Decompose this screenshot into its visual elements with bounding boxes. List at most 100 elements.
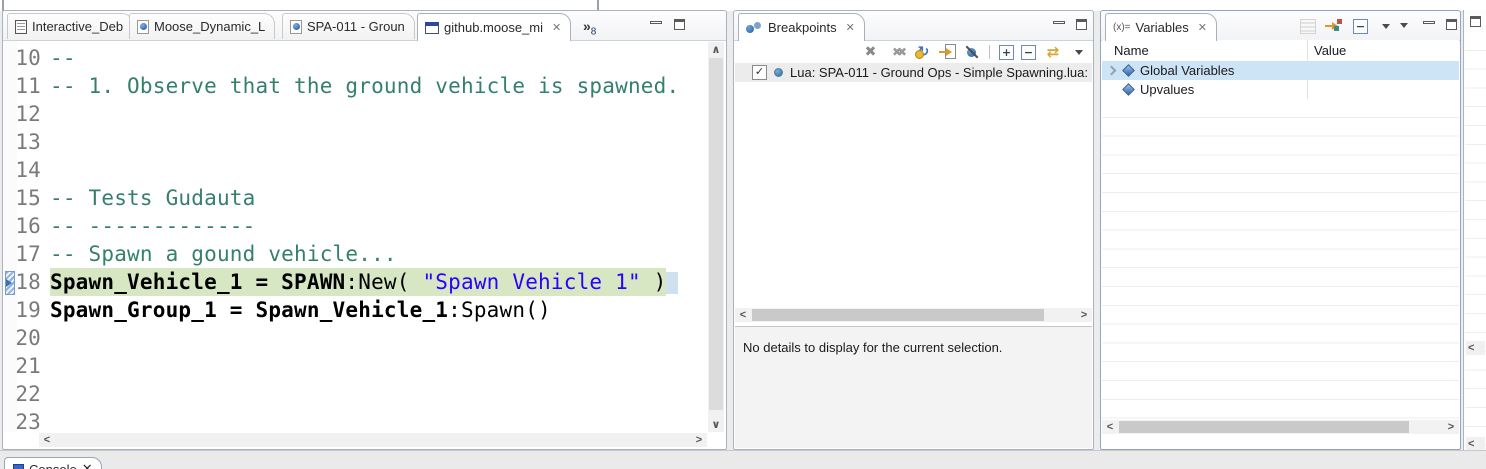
go-to-file-for-breakpoint-button[interactable] [939,44,956,60]
line-number[interactable]: 12 [4,100,50,128]
line-number[interactable]: 19 [4,296,50,324]
line-number[interactable]: 11 [4,72,50,100]
variables-tree[interactable]: Global VariablesUpvalues [1102,61,1459,99]
code-line-12[interactable]: 12 [4,100,707,128]
line-number[interactable]: 20 [4,324,50,352]
maximize-button[interactable] [672,19,687,32]
variable-row-global-variables[interactable]: Global Variables [1102,61,1459,80]
code-line-18[interactable]: 18Spawn_Vehicle_1 = SPAWN:New( "Spawn Ve… [4,268,707,296]
show-logical-structure-button[interactable] [1325,18,1344,34]
editor-tab-interactive_deb[interactable]: Interactive_Deb [7,13,133,39]
code-text [50,324,707,352]
skip-all-breakpoints-button[interactable] [963,44,980,60]
code-editor[interactable]: 10--11-- 1. Observe that the ground vehi… [4,42,707,432]
code-text [50,100,707,128]
close-icon[interactable]: ✕ [552,21,561,34]
line-number[interactable]: 23 [4,408,50,432]
remove-all-breakpoints-button[interactable]: ✖✖ [886,44,908,60]
tab-label: github.moose_mi [444,20,543,35]
line-number[interactable]: 16 [4,212,50,240]
expand-chevron-icon[interactable] [1107,66,1117,76]
line-number[interactable]: 17 [4,240,50,268]
code-line-19[interactable]: 19Spawn_Group_1 = Spawn_Vehicle_1:Spawn(… [4,296,707,324]
code-line-21[interactable]: 21 [4,352,707,380]
variables-horizontal-scrollbar[interactable]: < > [1102,420,1459,434]
scrollbar-thumb[interactable] [752,309,1044,321]
breakpoints-horizontal-scrollbar[interactable]: < > [735,308,1092,322]
code-line-22[interactable]: 22 [4,380,707,408]
code-text: -- Tests Gudauta [50,184,707,212]
scrollbar-thumb[interactable] [1119,421,1409,433]
code-line-20[interactable]: 20 [4,324,707,352]
scrollbar-thumb[interactable] [709,58,723,410]
close-icon[interactable]: ✕ [82,461,93,469]
collapse-all-button[interactable]: − [1021,45,1036,60]
tab-overflow-button[interactable]: »8 [583,18,596,38]
close-icon[interactable]: ✕ [1198,21,1207,34]
minimize-button[interactable] [1051,19,1066,32]
instruction-pointer-tail [666,272,678,294]
tab-variables[interactable]: (x)= Variables ✕ [1105,13,1217,41]
column-header-name[interactable]: Name [1114,43,1149,58]
scroll-left-icon[interactable]: < [1104,420,1116,434]
scroll-left-icon[interactable]: < [1468,342,1474,354]
tab-breakpoints[interactable]: Breakpoints ✕ [738,13,865,41]
editor-horizontal-scrollbar[interactable]: < > [39,433,707,447]
link-with-debug-view-button[interactable]: ⇄ [1043,44,1063,60]
minimize-button[interactable] [648,19,663,32]
editor-tab-spa-011 - groun[interactable]: SPA-011 - Groun [282,13,415,39]
tab-label: Interactive_Deb [32,19,123,34]
view-menu-button[interactable] [1400,23,1408,28]
view-menu-button[interactable] [1377,18,1394,34]
line-number[interactable]: 22 [4,380,50,408]
line-number[interactable]: 15 [4,184,50,212]
variables-bottom-strip [1102,434,1459,448]
code-line-17[interactable]: 17-- Spawn a gound vehicle... [4,240,707,268]
maximize-button[interactable] [1074,19,1089,32]
show-type-names-button[interactable] [1300,19,1316,34]
tab-label: Variables [1136,20,1189,35]
editor-vertical-scrollbar[interactable]: ∧ ∨ [708,42,724,432]
variable-row-upvalues[interactable]: Upvalues [1102,80,1459,99]
collapse-all-button[interactable]: − [1353,19,1368,34]
tab-console[interactable]: Console ✕ [4,457,102,469]
show-supported-breakpoints-button[interactable]: ↻ [915,44,932,60]
breakpoints-icon [746,22,763,34]
scroll-down-icon[interactable]: ∨ [708,418,724,432]
breakpoints-list[interactable]: ✓Lua: SPA-011 - Ground Ops - Simple Spaw… [735,63,1092,308]
line-number[interactable]: 13 [4,128,50,156]
scroll-up-icon[interactable]: ∧ [708,43,724,57]
code-line-16[interactable]: 16-- ------------- [4,212,707,240]
code-line-23[interactable]: 23 [4,408,707,432]
code-line-10[interactable]: 10-- [4,44,707,72]
scroll-right-icon[interactable]: > [1445,420,1457,434]
line-number[interactable]: 21 [4,352,50,380]
breakpoint-row[interactable]: ✓Lua: SPA-011 - Ground Ops - Simple Spaw… [735,63,1092,82]
code-line-14[interactable]: 14 [4,156,707,184]
scroll-right-icon[interactable]: > [1078,308,1090,322]
line-number[interactable]: 14 [4,156,50,184]
minimize-button[interactable] [1421,19,1436,32]
expand-all-button[interactable]: + [999,45,1014,60]
code-line-15[interactable]: 15-- Tests Gudauta [4,184,707,212]
maximize-button[interactable] [1444,19,1459,32]
scroll-left-icon[interactable]: < [737,308,749,322]
code-line-11[interactable]: 11-- 1. Observe that the ground vehicle … [4,72,707,100]
editor-tab-moose_dynamic_l[interactable]: Moose_Dynamic_L [129,13,275,39]
editor-tab-github.moose_mi[interactable]: github.moose_mi ✕ [417,13,571,41]
details-placeholder-text: No details to display for the current se… [743,340,1092,355]
breakpoint-enabled-checkbox[interactable]: ✓ [752,65,767,80]
column-header-value[interactable]: Value [1314,43,1346,58]
scroll-left-icon[interactable]: < [41,433,53,447]
scroll-right-icon[interactable]: > [693,433,705,447]
clipped-horizontal-scrollbar[interactable]: < [1466,341,1485,355]
view-menu-button[interactable] [1070,44,1087,60]
clipped-horizontal-scrollbar[interactable]: < [1466,437,1485,451]
code-line-13[interactable]: 13 [4,128,707,156]
close-icon[interactable]: ✕ [846,21,855,34]
scroll-left-icon[interactable]: < [1468,438,1474,450]
remove-selected-breakpoints-button[interactable]: ✖ [862,44,879,60]
line-number[interactable]: 10 [4,44,50,72]
toolbar-separator [989,45,990,59]
maximize-button[interactable] [1468,16,1483,29]
